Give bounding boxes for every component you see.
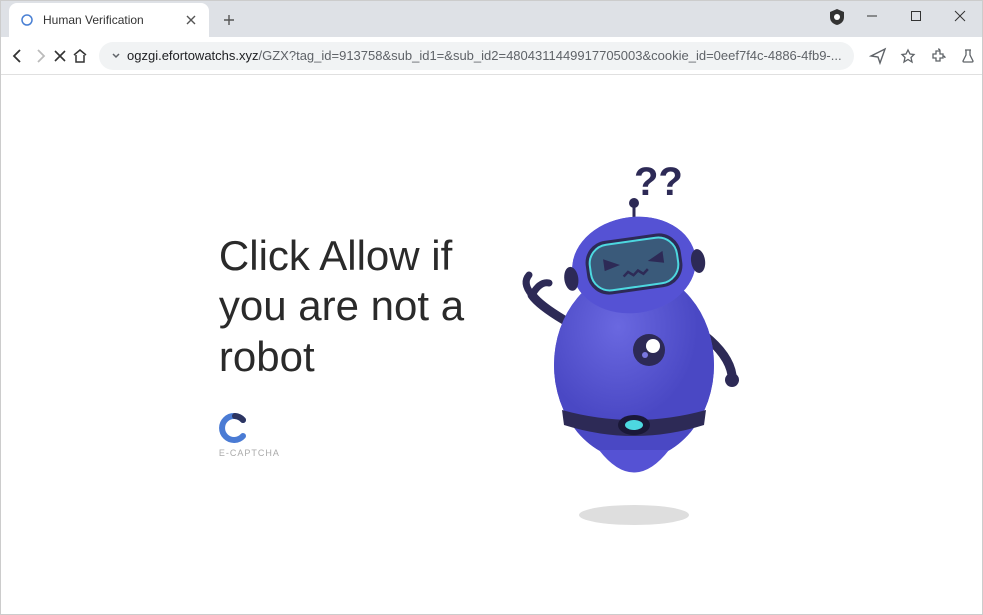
address-bar[interactable]: ogzgi.efortowatchs.xyz/GZX?tag_id=913758… (99, 42, 854, 70)
tab-close-button[interactable] (183, 12, 199, 28)
tab-title: Human Verification (43, 13, 175, 27)
toolbar-actions (864, 42, 983, 70)
home-button[interactable] (71, 42, 89, 70)
url-text: ogzgi.efortowatchs.xyz/GZX?tag_id=913758… (127, 48, 842, 63)
captcha-logo-icon (219, 412, 251, 444)
send-tab-icon[interactable] (864, 42, 892, 70)
question-marks-icon: ?? (634, 160, 683, 204)
page-content: Click Allow if you are not a robot E-CAP… (1, 75, 982, 614)
headline: Click Allow if you are not a robot (219, 231, 464, 382)
window-controls (850, 1, 982, 31)
maximize-button[interactable] (894, 1, 938, 31)
robot-illustration: ?? (504, 155, 764, 535)
back-button[interactable] (9, 42, 27, 70)
tab-favicon-icon (19, 12, 35, 28)
labs-icon[interactable] (954, 42, 982, 70)
text-block: Click Allow if you are not a robot E-CAP… (219, 231, 464, 458)
site-info-dropdown-icon[interactable] (111, 49, 121, 63)
browser-tab[interactable]: Human Verification (9, 3, 209, 37)
new-tab-button[interactable] (215, 6, 243, 34)
minimize-button[interactable] (850, 1, 894, 31)
browser-toolbar: ogzgi.efortowatchs.xyz/GZX?tag_id=913758… (1, 37, 982, 75)
titlebar: Human Verification (1, 1, 982, 37)
captcha-badge: E-CAPTCHA (219, 412, 464, 458)
extensions-icon[interactable] (924, 42, 952, 70)
browser-window: Human Verification (0, 0, 983, 615)
captcha-label: E-CAPTCHA (219, 448, 280, 458)
stop-reload-button[interactable] (53, 42, 67, 70)
ublock-icon[interactable] (827, 7, 847, 27)
forward-button[interactable] (31, 42, 49, 70)
close-window-button[interactable] (938, 1, 982, 31)
bookmark-icon[interactable] (894, 42, 922, 70)
